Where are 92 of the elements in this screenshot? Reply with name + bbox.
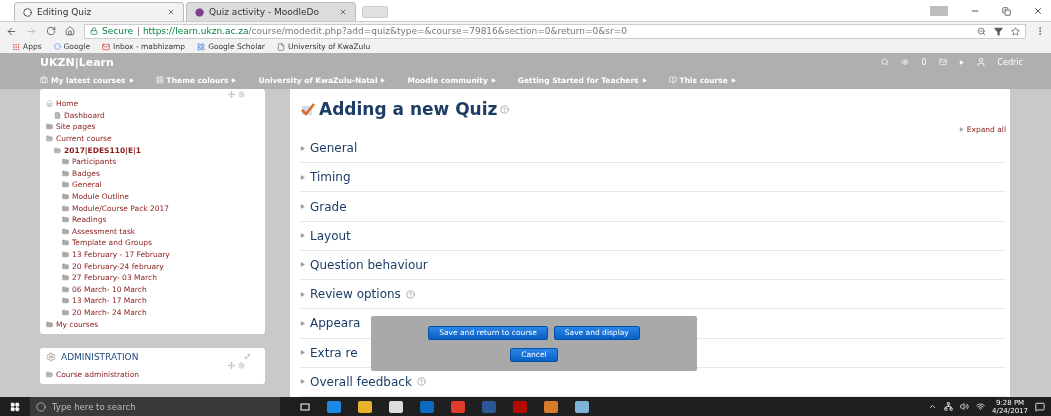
home-icon — [46, 100, 53, 108]
lock-icon — [90, 27, 98, 35]
caret-icon — [641, 77, 647, 83]
folder-icon — [62, 309, 69, 316]
caret-icon — [128, 77, 134, 83]
folder-icon — [62, 169, 69, 177]
caret-icon — [300, 291, 305, 297]
search-icon[interactable] — [881, 58, 890, 66]
caret-icon — [958, 59, 964, 65]
caret-icon — [380, 77, 386, 83]
folder-icon — [46, 123, 53, 131]
caret-icon — [300, 233, 305, 239]
caret-icon — [490, 77, 496, 83]
folder-icon — [62, 158, 69, 166]
mail-icon[interactable] — [938, 58, 947, 66]
move-icon[interactable] — [228, 91, 235, 98]
caret-icon — [300, 350, 305, 356]
browser-tab[interactable]: Quiz activity - MoodleDo — [186, 2, 356, 21]
section-header[interactable]: Layout — [310, 228, 351, 243]
close-icon[interactable] — [1033, 6, 1043, 16]
section-header[interactable]: Overall feedback — [310, 374, 412, 389]
section-header[interactable]: Appeara — [310, 316, 361, 331]
folder-icon — [62, 285, 69, 293]
close-icon[interactable] — [339, 8, 347, 16]
taskbar-search-field[interactable]: Type here to search — [30, 397, 280, 416]
section-header[interactable]: Review options — [310, 287, 401, 302]
briefcase-icon — [40, 76, 48, 84]
folder-icon — [62, 204, 69, 212]
open-folder-icon — [46, 371, 53, 379]
page-icon — [54, 111, 61, 119]
task-view-icon[interactable] — [300, 401, 310, 412]
collapse-icon[interactable] — [244, 353, 251, 361]
back-icon[interactable] — [6, 25, 17, 37]
caret-icon — [300, 145, 305, 151]
volume-icon[interactable] — [960, 402, 970, 411]
restore-icon[interactable] — [1002, 6, 1011, 16]
zoom-icon[interactable] — [977, 26, 986, 36]
apps-grid-icon — [12, 42, 20, 51]
page-icon — [276, 42, 285, 51]
page-title: Adding a new Quiz — [319, 99, 498, 119]
help-icon[interactable] — [416, 377, 426, 387]
caret-icon — [300, 262, 305, 268]
folder-icon — [62, 274, 69, 282]
caret-icon — [300, 320, 305, 326]
notification-icon[interactable] — [1035, 401, 1045, 412]
grid-icon — [155, 76, 164, 84]
cortana-icon — [36, 401, 46, 412]
browser-tab[interactable]: Editing Quiz — [14, 2, 184, 21]
section-header[interactable]: Question behaviour — [310, 258, 428, 272]
gears-icon — [46, 351, 56, 362]
home-icon[interactable] — [65, 26, 75, 36]
folder-icon — [46, 320, 53, 328]
site-icon — [195, 7, 204, 17]
folder-icon — [62, 239, 69, 247]
folder-icon — [62, 251, 69, 258]
chevron-up-icon[interactable] — [928, 402, 938, 411]
folder-icon — [62, 181, 69, 189]
site-icon — [23, 7, 32, 17]
caret-icon — [730, 77, 736, 83]
open-folder-icon — [54, 146, 61, 154]
caret-icon — [958, 127, 964, 132]
help-icon[interactable] — [405, 289, 415, 299]
help-icon[interactable] — [500, 104, 510, 114]
section-header[interactable]: Extra re — [310, 345, 358, 360]
bookmark-star-icon[interactable] — [1011, 26, 1020, 36]
caret-icon — [300, 379, 305, 385]
reload-icon[interactable] — [46, 26, 56, 36]
folder-icon — [62, 262, 69, 270]
caret-icon — [300, 174, 305, 180]
circle-icon — [53, 43, 61, 50]
section-header[interactable]: Timing — [310, 170, 351, 185]
open-folder-icon — [46, 135, 53, 143]
quiz-check-icon — [300, 102, 316, 116]
close-icon[interactable] — [167, 8, 175, 16]
user-avatar-icon — [975, 57, 986, 67]
folder-icon — [62, 193, 69, 201]
folder-icon — [62, 216, 69, 224]
filter-icon[interactable] — [994, 26, 1003, 36]
folder-icon — [62, 227, 69, 235]
mail-icon — [102, 42, 110, 51]
address-field[interactable]: Secure | https://learn.ukzn.ac.za/course/modedit.php?add=quiz&type=&course=79816&section=0&return=0&sr=0 — [84, 23, 1026, 39]
wifi-icon[interactable] — [976, 402, 986, 411]
caret-icon — [300, 204, 305, 210]
caret-icon — [231, 77, 237, 83]
network-icon[interactable] — [944, 402, 954, 411]
section-header[interactable]: General — [310, 141, 358, 156]
section-header[interactable]: Grade — [310, 199, 347, 214]
block-title: ADMINISTRATION — [61, 351, 139, 362]
move-icon[interactable] — [228, 361, 235, 369]
folder-icon — [62, 297, 69, 305]
windows-logo-icon[interactable] — [10, 401, 20, 412]
book-icon — [668, 76, 677, 84]
